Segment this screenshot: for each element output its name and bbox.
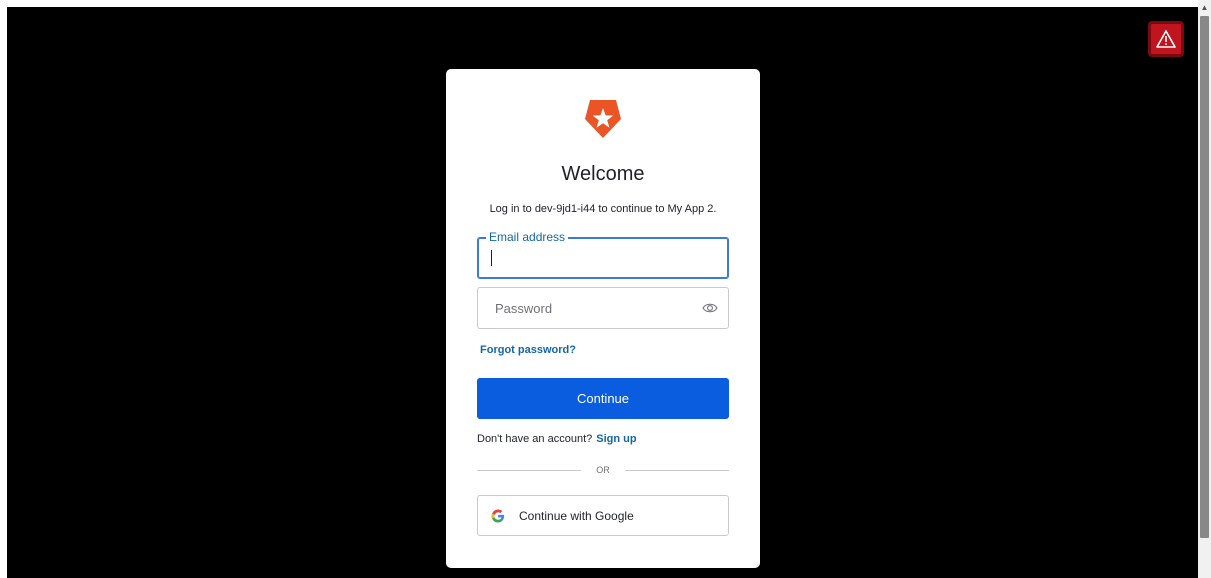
email-field[interactable]: Email address xyxy=(477,230,729,279)
vertical-scrollbar[interactable]: ▲ xyxy=(1198,0,1211,578)
or-divider: OR xyxy=(477,464,729,476)
email-label: Email address xyxy=(486,230,569,244)
auth0-star-shield-icon xyxy=(585,100,621,138)
no-account-text: Don't have an account? xyxy=(477,433,593,445)
divider-line-right xyxy=(625,470,729,471)
eye-icon[interactable] xyxy=(702,301,718,315)
warning-button[interactable] xyxy=(1148,21,1184,57)
sign-up-link[interactable]: Sign up xyxy=(596,433,636,445)
warning-triangle-icon xyxy=(1156,30,1176,48)
forgot-password-link[interactable]: Forgot password? xyxy=(480,344,576,356)
signup-prompt: Don't have an account? Sign up xyxy=(477,433,637,445)
login-card: Welcome Log in to dev-9jd1-i44 to contin… xyxy=(446,69,760,568)
google-button-label: Continue with Google xyxy=(519,508,634,523)
login-subtitle: Log in to dev-9jd1-i44 to continue to My… xyxy=(489,203,717,215)
scrollbar-thumb[interactable] xyxy=(1200,16,1209,538)
chevron-up-icon[interactable]: ▲ xyxy=(1198,0,1211,16)
google-g-icon xyxy=(491,509,505,522)
password-placeholder: Password xyxy=(495,301,553,316)
page-title: Welcome xyxy=(561,163,645,185)
password-field[interactable]: Password xyxy=(477,287,729,329)
continue-with-google-button[interactable]: Continue with Google xyxy=(477,495,729,536)
continue-button[interactable]: Continue xyxy=(477,378,729,419)
text-caret xyxy=(491,250,492,266)
